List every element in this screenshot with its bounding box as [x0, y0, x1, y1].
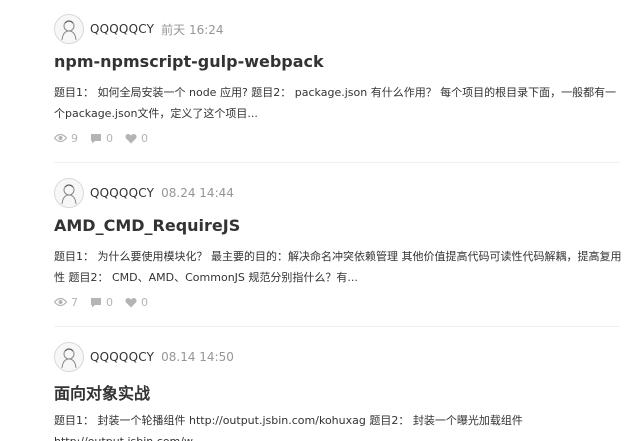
avatar-illustration-icon: [61, 20, 77, 41]
publish-time: 前天 16:24: [161, 22, 224, 37]
heart-icon: [125, 133, 137, 143]
publish-time: 08.14 14:50: [161, 350, 234, 364]
comments-count[interactable]: 0: [90, 296, 113, 309]
eye-icon: [54, 133, 67, 143]
avatar-illustration-icon: [61, 348, 77, 369]
comment-icon: [91, 133, 101, 143]
article-abstract: 题目1： 为什么要使用模块化？ 最主要的目的：解决命名冲突依赖管理 其他价值提高…: [54, 250, 622, 284]
article-stats: 7 0 0: [54, 294, 160, 310]
comments-count-value: 0: [106, 295, 113, 309]
views-count-value: 7: [71, 295, 78, 309]
comments-count-value: 0: [106, 131, 113, 145]
heart-icon: [125, 297, 137, 307]
article-abstract: 题目1： 封装一个轮播组件 http://output.jsbin.com/ko…: [54, 414, 523, 441]
avatar-illustration-icon: [61, 184, 77, 205]
article-feed: QQQQQCY 前天 16:24 npm-npmscript-gulp-webp…: [0, 0, 640, 441]
author-avatar[interactable]: [54, 178, 84, 208]
author-name[interactable]: QQQQQCY: [90, 22, 154, 36]
author-name[interactable]: QQQQQCY: [90, 350, 154, 364]
article-divider: [54, 326, 620, 327]
author-avatar[interactable]: [54, 342, 84, 372]
article-meta: QQQQQCY 08.14 14:50: [54, 340, 234, 374]
author-name[interactable]: QQQQQCY: [90, 186, 154, 200]
article-title[interactable]: AMD_CMD_RequireJS: [54, 216, 240, 235]
views-count: 7: [54, 296, 78, 309]
likes-count[interactable]: 0: [125, 296, 148, 309]
publish-time: 08.24 14:44: [161, 186, 234, 200]
article-divider: [54, 162, 620, 163]
article-stats: 9 0 0: [54, 130, 160, 146]
likes-count[interactable]: 0: [125, 132, 148, 145]
eye-icon: [54, 297, 67, 307]
likes-count-value: 0: [141, 295, 148, 309]
likes-count-value: 0: [141, 131, 148, 145]
comments-count[interactable]: 0: [90, 132, 113, 145]
comment-icon: [91, 297, 101, 307]
article-meta: QQQQQCY 08.24 14:44: [54, 176, 234, 210]
article-meta: QQQQQCY 前天 16:24: [54, 12, 224, 46]
article-title[interactable]: npm-npmscript-gulp-webpack: [54, 52, 324, 71]
author-avatar[interactable]: [54, 14, 84, 44]
views-count: 9: [54, 132, 78, 145]
views-count-value: 9: [71, 131, 78, 145]
article-abstract: 题目1： 如何全局安装一个 node 应用? 题目2： package.json…: [54, 86, 617, 120]
article-title[interactable]: 面向对象实战: [54, 380, 150, 404]
